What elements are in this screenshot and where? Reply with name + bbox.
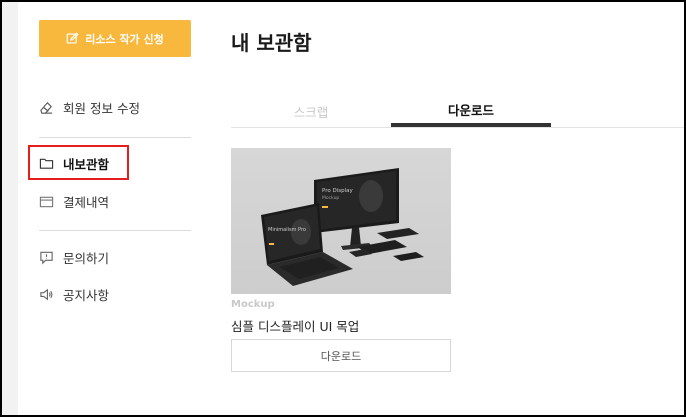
download-button[interactable]: 다운로드 [231, 339, 451, 372]
tab-download[interactable]: 다운로드 [391, 96, 551, 127]
sidebar-divider [39, 230, 191, 231]
sidebar-item-label: 회원 정보 수정 [63, 101, 140, 116]
folder-icon [39, 158, 54, 169]
card-category: Mockup [231, 299, 275, 310]
page-title: 내 보관함 [231, 31, 312, 55]
monitor-screen-title: Pro Display [322, 188, 353, 194]
megaphone-icon [40, 288, 53, 301]
wallet-icon [39, 196, 54, 208]
left-gutter [2, 2, 18, 415]
eraser-icon [40, 101, 53, 114]
card-title[interactable]: 심플 디스플레이 UI 목업 [231, 316, 359, 335]
resource-author-apply-button[interactable]: 리소스 작가 신청 [39, 20, 191, 57]
sidebar-item-notice[interactable]: 공지사항 [39, 285, 109, 304]
sidebar-divider [39, 137, 191, 138]
monitor-screen-accent [322, 206, 328, 208]
sidebar-item-edit-profile[interactable]: 회원 정보 수정 [39, 98, 140, 117]
sidebar-item-inquiry[interactable]: 문의하기 [39, 248, 109, 267]
edit-icon [66, 32, 79, 44]
speech-alert-icon [40, 251, 53, 265]
device-mockup-illustration: Pro Display Mockup Minimalism Pro [261, 168, 424, 286]
laptop-screen-title: Minimalism Pro [268, 227, 306, 233]
sidebar-item-label: 결제내역 [63, 195, 110, 210]
monitor-screen-subtitle: Mockup [322, 195, 339, 201]
sidebar-item-my-storage[interactable]: 내보관함 [39, 154, 110, 173]
sidebar-item-label: 내보관함 [63, 154, 110, 173]
tab-scrap[interactable]: 스크랩 [231, 96, 391, 127]
tab-bar: 스크랩 다운로드 [231, 96, 684, 128]
sidebar-item-label: 공지사항 [63, 288, 110, 303]
laptop-screen-accent [269, 243, 274, 245]
sidebar-item-label: 문의하기 [63, 251, 110, 266]
apply-button-label: 리소스 작가 신청 [85, 32, 164, 46]
sidebar-item-payment-history[interactable]: 결제내역 [39, 192, 109, 211]
mockup-thumbnail[interactable]: Pro Display Mockup Minimalism Pro [231, 148, 451, 294]
